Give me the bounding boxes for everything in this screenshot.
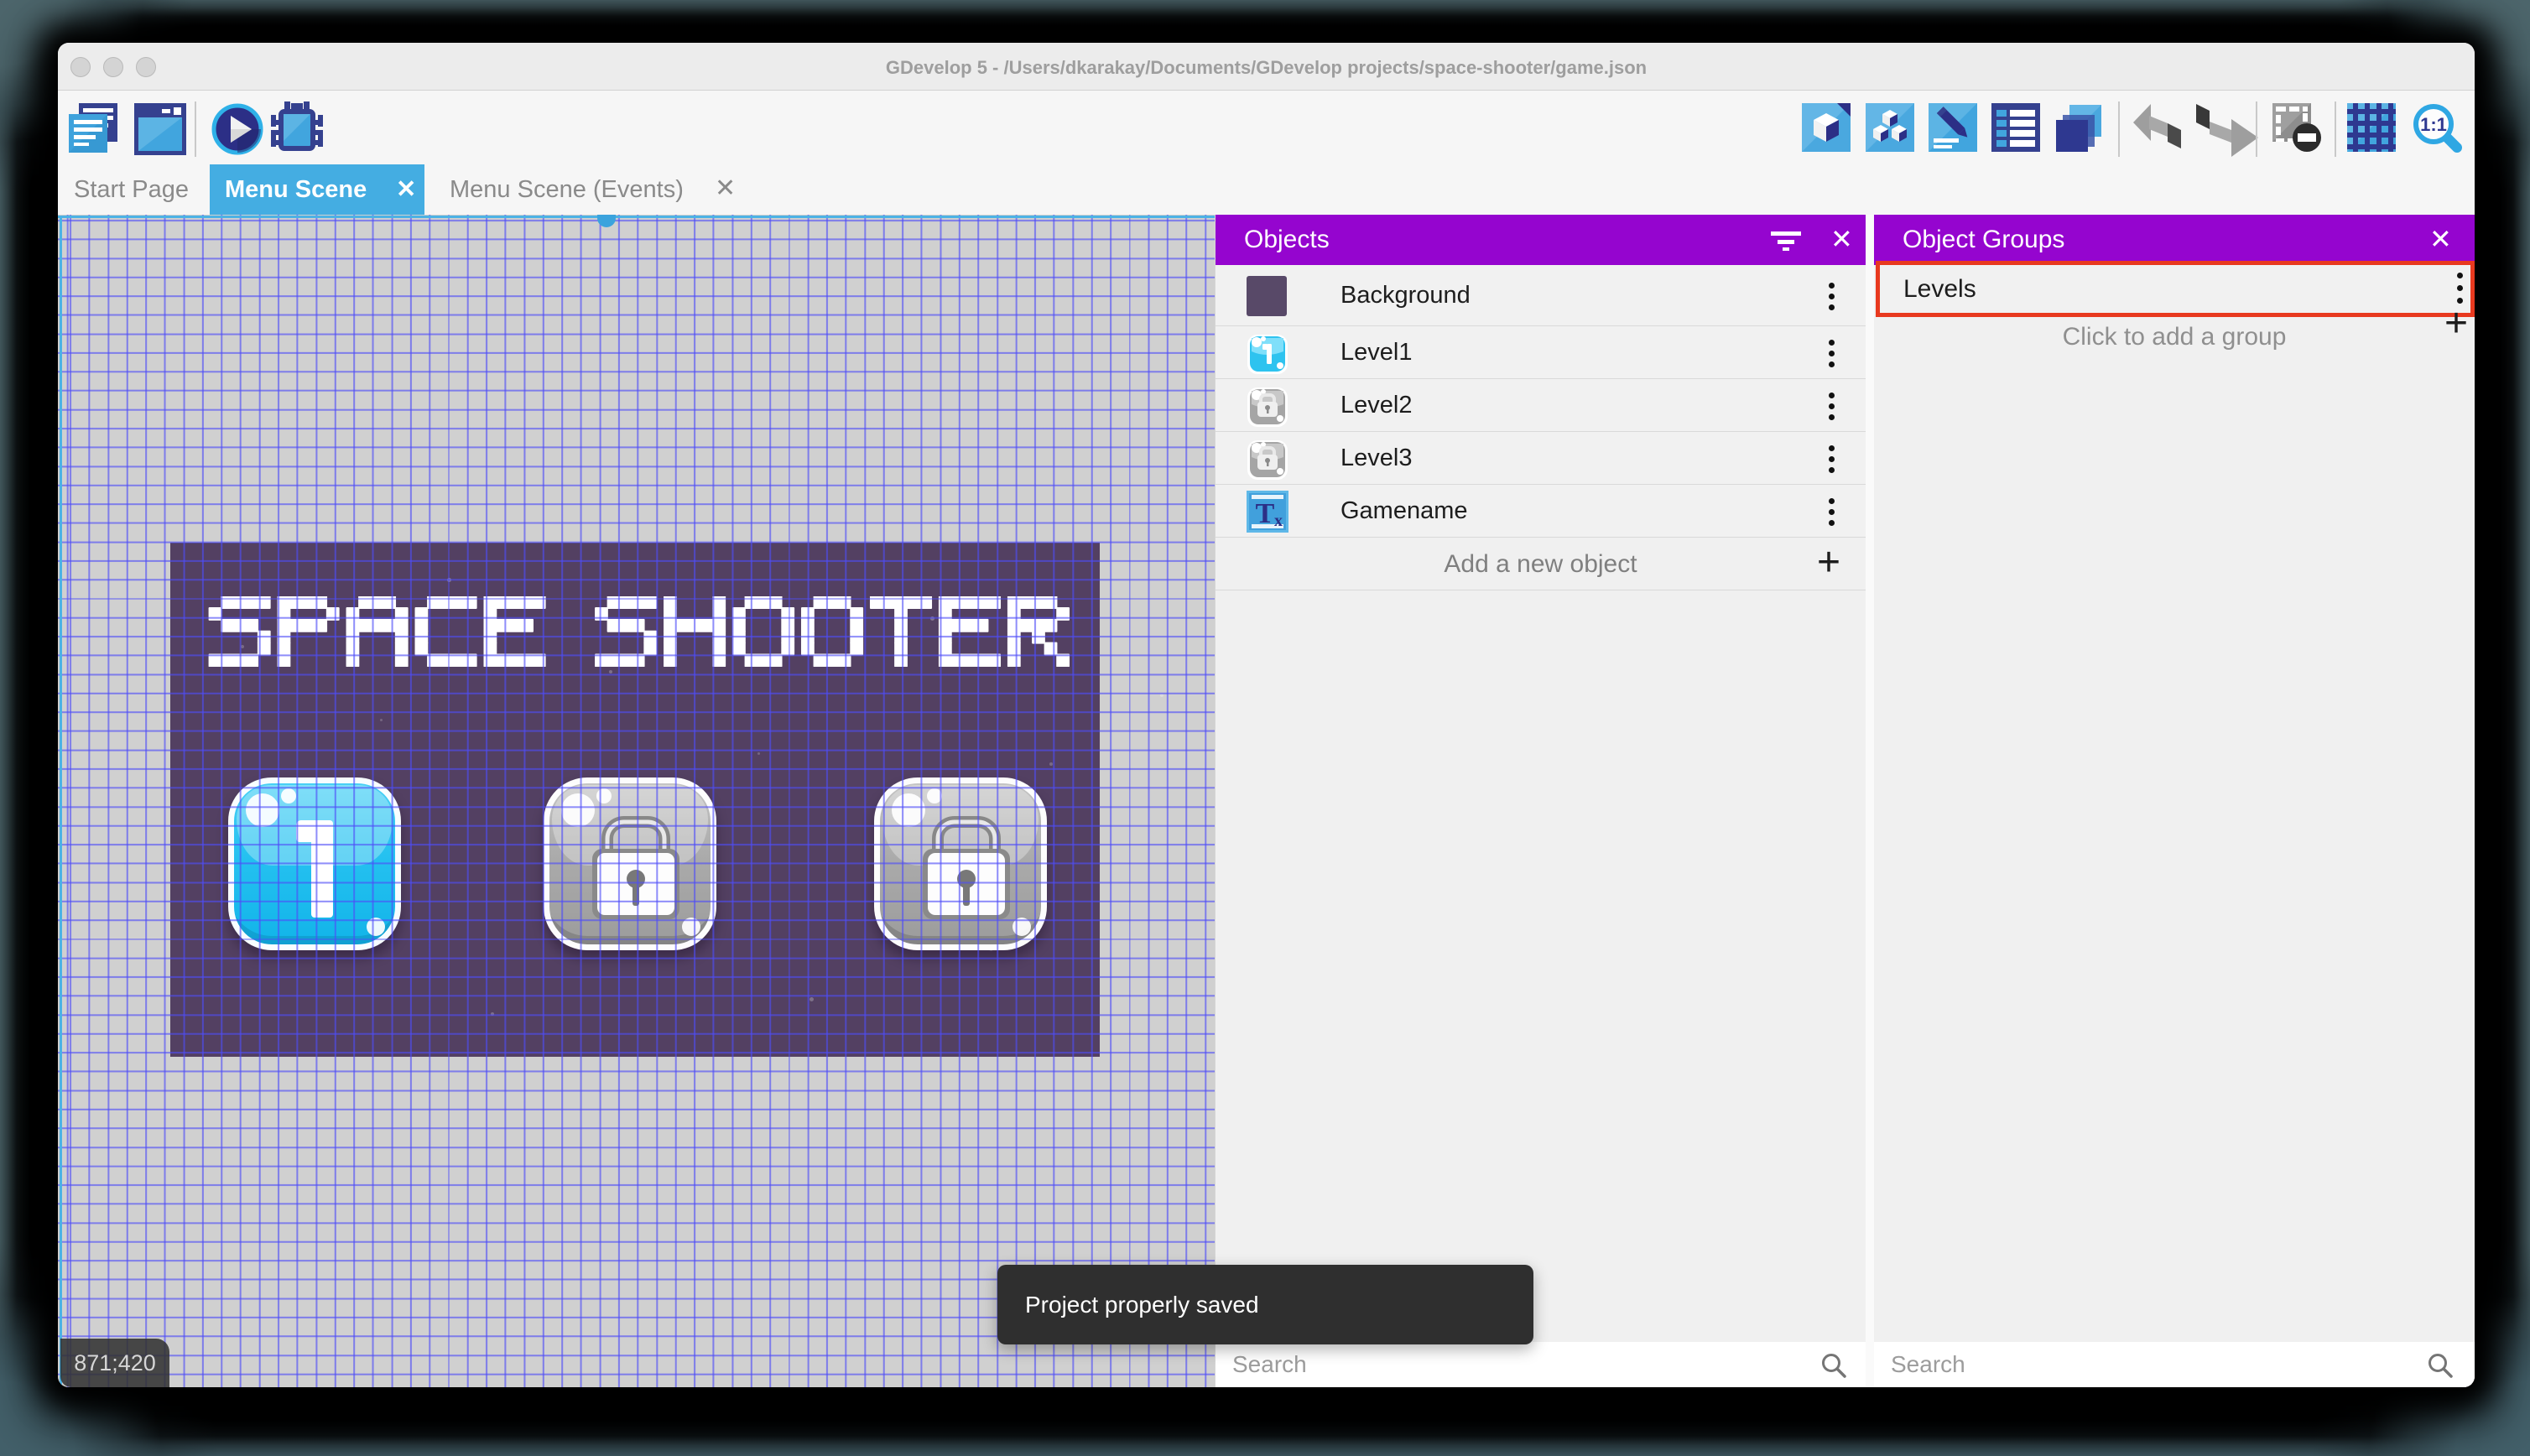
svg-text:x: x (1274, 512, 1283, 530)
svg-text:1:1: 1:1 (2420, 114, 2447, 135)
svg-text:T: T (1256, 498, 1275, 529)
